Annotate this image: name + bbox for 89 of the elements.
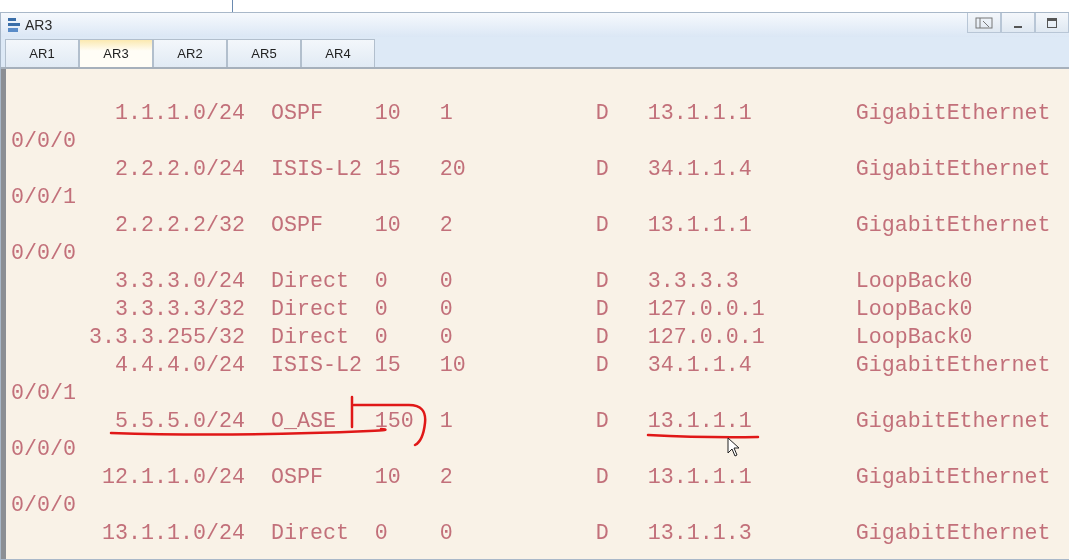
protocol-text: Direct xyxy=(270,324,350,352)
nexthop-text: 3.3.3.3 xyxy=(647,268,740,296)
cost-text: 1 xyxy=(439,100,454,128)
minimize-icon xyxy=(1014,25,1022,28)
cost-text: 0 xyxy=(439,520,454,548)
interface-text: GigabitEthernet xyxy=(855,464,1051,492)
nexthop-text: 13.1.1.1 xyxy=(647,408,753,436)
destination-text: 3.3.3.3/32 xyxy=(113,296,245,324)
nexthop-text: 34.1.1.4 xyxy=(647,156,753,184)
flags-text: D xyxy=(595,268,610,296)
window-title: AR3 xyxy=(25,17,53,33)
cursor-icon xyxy=(727,437,741,457)
flags-text: D xyxy=(595,352,610,380)
destination-text: 2.2.2.2/32 xyxy=(113,212,245,240)
interface-text: LoopBack0 xyxy=(855,296,973,324)
flags-text: D xyxy=(595,296,610,324)
tab[interactable]: AR1 xyxy=(5,39,79,67)
minimize-button[interactable] xyxy=(1001,13,1035,33)
cost-text: 0 xyxy=(439,324,454,352)
interface-text: 0/0/1 xyxy=(11,380,76,408)
preference-text: 0 xyxy=(374,324,389,352)
preference-text: 10 xyxy=(374,100,402,128)
protocol-text: ISIS-L2 xyxy=(270,352,363,380)
interface-text: LoopBack0 xyxy=(855,324,973,352)
destination-text: 1.1.1.0/24 xyxy=(113,100,245,128)
cost-text: 20 xyxy=(439,156,467,184)
preference-text: 10 xyxy=(374,464,402,492)
nexthop-text: 13.1.1.1 xyxy=(647,464,753,492)
preference-text: 0 xyxy=(374,520,389,548)
protocol-text: OSPF xyxy=(270,464,324,492)
interface-text: 0/0/1 xyxy=(11,184,76,212)
preference-text: 15 xyxy=(374,156,402,184)
protocol-text: ISIS-L2 xyxy=(270,156,363,184)
protocol-text: O_ASE xyxy=(270,408,337,436)
maximize-icon xyxy=(1046,16,1058,29)
cost-text: 0 xyxy=(439,268,454,296)
flags-text: D xyxy=(595,464,610,492)
cost-text: 0 xyxy=(439,296,454,324)
router-icon xyxy=(7,17,21,33)
interface-text: 0/0/0 xyxy=(11,436,76,464)
maximize-button[interactable] xyxy=(1035,13,1069,33)
preference-text: 0 xyxy=(374,296,389,324)
interface-text: GigabitEthernet xyxy=(855,156,1051,184)
destination-text: 4.4.4.0/24 xyxy=(113,352,245,380)
interface-text: GigabitEthernet xyxy=(855,212,1051,240)
tab[interactable]: AR3 xyxy=(79,39,153,67)
destination-text: 5.5.5.0/24 xyxy=(113,408,245,436)
restore-icon xyxy=(975,16,993,29)
tab[interactable]: AR4 xyxy=(301,39,375,67)
preference-text: 10 xyxy=(374,212,402,240)
protocol-text: OSPF xyxy=(270,100,324,128)
interface-text: GigabitEthernet xyxy=(855,352,1051,380)
interface-text: 0/0/0 xyxy=(11,240,76,268)
nexthop-text: 127.0.0.1 xyxy=(647,296,766,324)
flags-text: D xyxy=(595,100,610,128)
preference-text: 0 xyxy=(374,268,389,296)
cost-text: 10 xyxy=(439,352,467,380)
protocol-text: Direct xyxy=(270,296,350,324)
interface-text: GigabitEthernet xyxy=(855,100,1051,128)
cost-text: 1 xyxy=(439,408,454,436)
flags-text: D xyxy=(595,520,610,548)
flags-text: D xyxy=(595,156,610,184)
protocol-text: Direct xyxy=(270,268,350,296)
nexthop-text: 13.1.1.3 xyxy=(647,520,753,548)
tab[interactable]: AR5 xyxy=(227,39,301,67)
interface-text: 0/0/0 xyxy=(11,128,76,156)
preference-text: 150 xyxy=(374,408,415,436)
flags-text: D xyxy=(595,408,610,436)
destination-text: 2.2.2.0/24 xyxy=(113,156,245,184)
destination-text: 12.1.1.0/24 xyxy=(100,464,245,492)
flags-text: D xyxy=(595,324,610,352)
cost-text: 2 xyxy=(439,464,454,492)
interface-text: GigabitEthernet xyxy=(855,520,1051,548)
nexthop-text: 127.0.0.1 xyxy=(647,324,766,352)
protocol-text: Direct xyxy=(270,520,350,548)
destination-text: 3.3.3.255/32 xyxy=(87,324,245,352)
tab[interactable]: AR2 xyxy=(153,39,227,67)
interface-text: 0/0/0 xyxy=(11,492,76,520)
nexthop-text: 13.1.1.1 xyxy=(647,212,753,240)
destination-text: 13.1.1.0/24 xyxy=(100,520,245,548)
preference-text: 15 xyxy=(374,352,402,380)
flags-text: D xyxy=(595,212,610,240)
nexthop-text: 13.1.1.1 xyxy=(647,100,753,128)
protocol-text: OSPF xyxy=(270,212,324,240)
destination-text: 3.3.3.0/24 xyxy=(113,268,245,296)
nexthop-text: 34.1.1.4 xyxy=(647,352,753,380)
interface-text: LoopBack0 xyxy=(855,268,973,296)
cost-text: 2 xyxy=(439,212,454,240)
interface-text: GigabitEthernet xyxy=(855,408,1051,436)
